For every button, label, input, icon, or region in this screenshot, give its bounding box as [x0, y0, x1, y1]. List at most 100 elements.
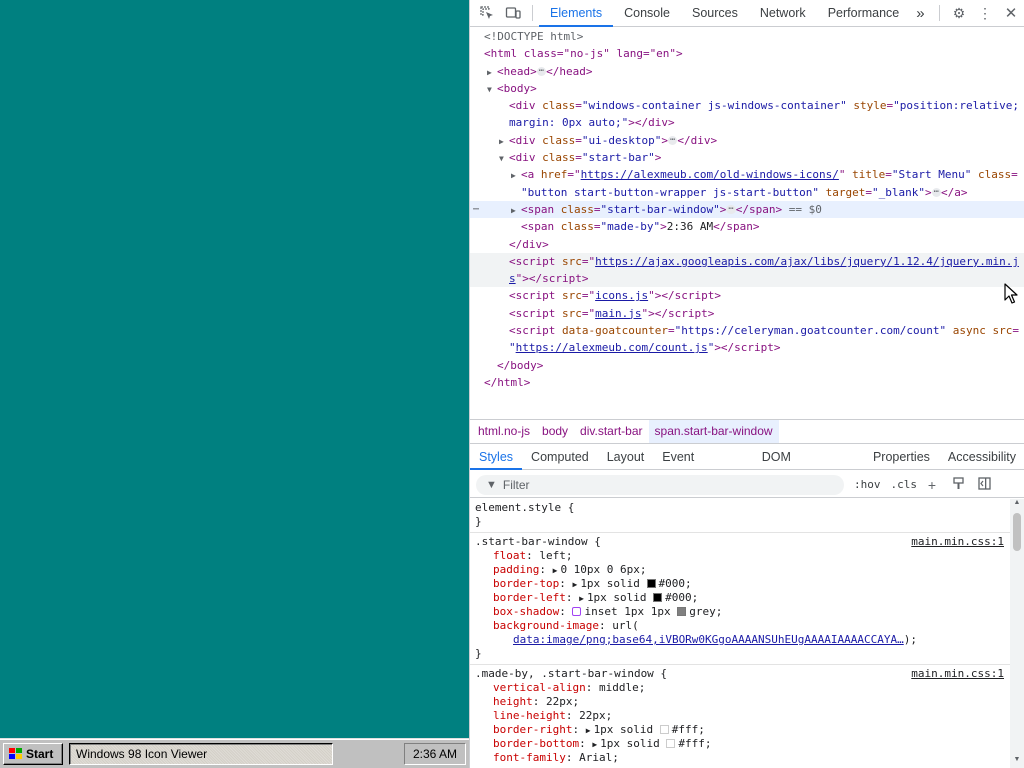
- tab-performance[interactable]: Performance: [817, 0, 911, 26]
- tab-network[interactable]: Network: [749, 0, 817, 26]
- dom-line[interactable]: <script src="icons.js"></script>: [470, 287, 1024, 304]
- tab-computed[interactable]: Computed: [522, 445, 598, 469]
- dom-line[interactable]: ▶ <a href="https://alexmeub.com/old-windo…: [470, 166, 1024, 183]
- scrollbar-thumb[interactable]: [1013, 513, 1021, 551]
- taskbar-window-button[interactable]: Windows 98 Icon Viewer: [69, 743, 333, 765]
- tab-dom-breakpoints[interactable]: DOM Breakpoints: [753, 445, 864, 489]
- collapse-triangle-icon[interactable]: ▼: [487, 81, 497, 98]
- add-rule-icon[interactable]: +: [921, 477, 943, 493]
- styles-scrollbar[interactable]: ▲ ▼: [1010, 499, 1024, 768]
- expand-triangle-icon[interactable]: ▶: [572, 580, 577, 589]
- dom-line[interactable]: margin: 0px auto;"></div>: [470, 114, 1024, 131]
- tab-event-listeners[interactable]: Event Listeners: [653, 445, 752, 489]
- dom-line[interactable]: <script data-goatcounter="https://celery…: [470, 322, 1024, 339]
- dom-line[interactable]: </div>: [470, 236, 1024, 253]
- dom-line[interactable]: </body>: [470, 357, 1024, 374]
- filter-input[interactable]: ▼ Filter: [476, 474, 844, 495]
- expand-triangle-icon[interactable]: ▶: [553, 566, 558, 575]
- breadcrumb-item[interactable]: body: [536, 420, 574, 443]
- css-property[interactable]: float: left;: [475, 549, 1005, 563]
- dom-line[interactable]: ▼ <div class="start-bar">: [470, 149, 1024, 166]
- breadcrumb-item[interactable]: div.start-bar: [574, 420, 648, 443]
- script-src-link[interactable]: icons.js: [595, 289, 648, 302]
- expand-triangle-icon[interactable]: ▶: [511, 167, 521, 184]
- css-property[interactable]: vertical-align: middle;: [475, 681, 1005, 695]
- tab-console[interactable]: Console: [613, 0, 681, 26]
- color-swatch[interactable]: [646, 579, 656, 588]
- tab-sources[interactable]: Sources: [681, 0, 749, 26]
- dom-line-body[interactable]: ▼ <body>: [470, 80, 1024, 97]
- prop-value: grey;: [689, 605, 723, 618]
- dom-line[interactable]: "button start-button-wrapper js-start-bu…: [470, 184, 1024, 201]
- script-src-link[interactable]: s: [509, 272, 516, 285]
- start-button[interactable]: Start: [3, 743, 63, 765]
- scroll-up-icon[interactable]: ▲: [1010, 499, 1024, 511]
- css-property[interactable]: border-bottom: ▶ 1px solid #fff;: [475, 737, 1005, 751]
- expand-triangle-icon[interactable]: ▶: [487, 64, 497, 81]
- toggle-sidebar-icon[interactable]: [973, 476, 995, 493]
- rule-source-link[interactable]: main.min.css:1: [911, 535, 1004, 548]
- dom-line[interactable]: <script src="https://ajax.googleapis.com…: [470, 252, 1024, 271]
- color-swatch[interactable]: [659, 725, 669, 734]
- href-link[interactable]: https://alexmeub.com/old-windows-icons/: [581, 168, 839, 181]
- ellipsis-icon[interactable]: ⋯: [726, 205, 736, 215]
- tab-layout[interactable]: Layout: [598, 445, 654, 469]
- expand-triangle-icon[interactable]: ▶: [592, 740, 597, 749]
- color-swatch[interactable]: [677, 607, 687, 616]
- shadow-editor-icon[interactable]: [572, 607, 582, 616]
- css-property[interactable]: padding: ▶ 0 10px 0 6px;: [475, 563, 1005, 577]
- dom-line[interactable]: <!DOCTYPE html>: [470, 28, 1024, 45]
- more-tabs-icon[interactable]: »: [910, 0, 930, 26]
- css-property[interactable]: border-right: ▶ 1px solid #fff;: [475, 723, 1005, 737]
- collapse-triangle-icon[interactable]: ▼: [499, 150, 509, 167]
- dom-line-head[interactable]: ▶ <head> ⋯ </head>: [470, 63, 1024, 80]
- dom-line[interactable]: s"></script>: [470, 270, 1024, 288]
- inspect-element-icon[interactable]: [474, 0, 500, 26]
- scroll-down-icon[interactable]: ▼: [1010, 756, 1024, 768]
- hov-toggle[interactable]: :hov: [854, 478, 881, 491]
- ellipsis-icon[interactable]: ⋯: [536, 67, 547, 77]
- gutter-dots-icon[interactable]: ⋯: [473, 201, 479, 218]
- data-url-link[interactable]: data:image/png;base64,iVBORw0KGgoAAAANSU…: [513, 633, 904, 646]
- ellipsis-icon[interactable]: ⋯: [931, 188, 942, 198]
- dom-line[interactable]: "https://alexmeub.com/count.js"></script…: [470, 339, 1024, 356]
- kebab-menu-icon[interactable]: ⋮: [972, 0, 998, 26]
- ellipsis-icon[interactable]: ⋯: [667, 136, 678, 146]
- script-src-link[interactable]: https://ajax.googleapis.com/ajax/libs/jq…: [595, 255, 1019, 268]
- tab-accessibility[interactable]: Accessibility: [939, 445, 1024, 469]
- device-toolbar-icon[interactable]: [500, 0, 526, 26]
- color-swatch[interactable]: [666, 739, 676, 748]
- dom-line[interactable]: <div class="windows-container js-windows…: [470, 97, 1024, 114]
- script-src-link[interactable]: main.js: [595, 307, 641, 320]
- rule-source-link[interactable]: main.min.css:1: [911, 667, 1004, 680]
- css-property[interactable]: line-height: 22px;: [475, 709, 1005, 723]
- cls-toggle[interactable]: .cls: [891, 478, 918, 491]
- dom-line-selected[interactable]: ⋯ ▶ <span class="start-bar-window"> ⋯ </span…: [470, 200, 1024, 219]
- dom-line[interactable]: </html>: [470, 374, 1024, 391]
- css-property[interactable]: border-left: ▶ 1px solid #000;: [475, 591, 1005, 605]
- expand-triangle-icon[interactable]: ▶: [511, 202, 521, 219]
- css-property[interactable]: border-top: ▶ 1px solid #000;: [475, 577, 1005, 591]
- css-property[interactable]: background-image: url(: [475, 619, 1005, 633]
- rule-selector[interactable]: element.style {: [475, 501, 1005, 515]
- paint-brush-icon[interactable]: [947, 476, 969, 493]
- dom-line[interactable]: <script src="main.js"></script>: [470, 305, 1024, 322]
- expand-triangle-icon[interactable]: ▶: [586, 726, 591, 735]
- css-property[interactable]: height: 22px;: [475, 695, 1005, 709]
- dom-line[interactable]: <span class="made-by">2:36 AM</span>: [470, 218, 1024, 235]
- expand-triangle-icon[interactable]: ▶: [579, 594, 584, 603]
- tab-properties[interactable]: Properties: [864, 445, 939, 469]
- script-src-link[interactable]: https://alexmeub.com/count.js: [516, 341, 708, 354]
- color-swatch[interactable]: [653, 593, 663, 602]
- css-property[interactable]: box-shadow: inset 1px 1px grey;: [475, 605, 1005, 619]
- css-property[interactable]: font-family: Arial;: [475, 751, 1005, 765]
- tab-styles[interactable]: Styles: [470, 445, 523, 470]
- dom-line[interactable]: ▶ <div class="ui-desktop"> ⋯ </div>: [470, 132, 1024, 149]
- breadcrumb-item[interactable]: html.no-js: [472, 420, 536, 443]
- close-icon[interactable]: ✕: [998, 0, 1024, 26]
- gear-icon[interactable]: ⚙: [946, 0, 972, 26]
- tab-elements[interactable]: Elements: [539, 0, 614, 27]
- breadcrumb-item-active[interactable]: span.start-bar-window: [648, 420, 779, 443]
- dom-line[interactable]: <html class="no-js" lang="en">: [470, 45, 1024, 62]
- expand-triangle-icon[interactable]: ▶: [499, 133, 509, 150]
